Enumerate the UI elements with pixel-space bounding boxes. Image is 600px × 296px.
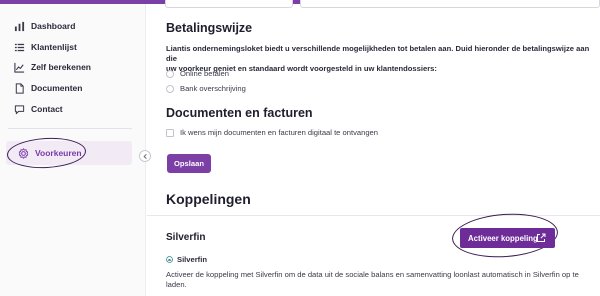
gear-icon (16, 146, 30, 160)
description-line: Liantis ondernemingsloket biedt u versch… (166, 44, 590, 63)
sidebar-item-voorkeuren[interactable]: Voorkeuren (6, 135, 132, 171)
bar-chart-icon (12, 19, 26, 33)
radio-label: Online betalen (180, 69, 229, 78)
betalingswijze-description: Liantis ondernemingsloket biedt u versch… (166, 44, 596, 74)
external-link-icon (537, 233, 546, 242)
description-line: uw voorkeur geniet en standaard wordt vo… (166, 64, 437, 73)
save-button[interactable]: Opslaan (167, 154, 211, 173)
input-field[interactable] (165, 0, 293, 8)
sidebar-item-label: Dashboard (31, 21, 76, 31)
sidebar-item-dashboard[interactable]: Dashboard (12, 17, 75, 35)
list-icon (12, 40, 26, 54)
silverfin-logo-row: Silverfin (166, 255, 207, 264)
sidebar-item-documenten[interactable]: Documenten (12, 79, 82, 97)
silverfin-logo-icon (166, 256, 173, 263)
radio-label: Bank overschrijving (180, 84, 246, 93)
radio-button[interactable] (166, 84, 174, 93)
input-field[interactable] (300, 0, 600, 8)
main-content: Betalingswijze Liantis ondernemingsloket… (147, 0, 600, 296)
checkbox-label: Ik wens mijn documenten en facturen digi… (180, 128, 378, 137)
sidebar: Dashboard Klantenlijst Zelf berekenen Do… (0, 4, 146, 296)
section-title-koppelingen: Koppelingen (166, 191, 251, 207)
radio-online-betalen[interactable]: Online betalen (166, 69, 229, 78)
button-label: Activeer koppeling (468, 233, 538, 243)
logo-label: Silverfin (177, 255, 207, 264)
radio-button[interactable] (166, 69, 174, 78)
section-title-documenten: Documenten en facturen (166, 106, 313, 120)
activate-integration-button[interactable]: Activeer koppeling (460, 228, 555, 248)
integration-title: Silverfin (166, 232, 206, 243)
sidebar-item-klantenlijst[interactable]: Klantenlijst (12, 38, 77, 56)
sidebar-item-label: Documenten (31, 83, 83, 93)
sidebar-item-label: Zelf berekenen (31, 62, 91, 72)
checkbox-digitaal[interactable]: Ik wens mijn documenten en facturen digi… (166, 128, 378, 137)
trend-line-icon (12, 60, 26, 74)
document-icon (12, 81, 26, 95)
section-title-betalingswijze: Betalingswijze (166, 21, 253, 35)
chat-bubble-icon (12, 102, 26, 116)
checkbox[interactable] (166, 128, 174, 137)
sidebar-item-label: Voorkeuren (35, 148, 82, 158)
sidebar-item-label: Contact (31, 104, 63, 114)
radio-bank-overschrijving[interactable]: Bank overschrijving (166, 84, 246, 93)
sidebar-item-contact[interactable]: Contact (12, 100, 63, 118)
sidebar-divider (8, 128, 132, 129)
sidebar-item-label: Klantenlijst (31, 42, 77, 52)
sidebar-item-zelf-berekenen[interactable]: Zelf berekenen (12, 58, 91, 76)
integration-description: Activeer de koppeling met Silverfin om d… (166, 270, 579, 289)
